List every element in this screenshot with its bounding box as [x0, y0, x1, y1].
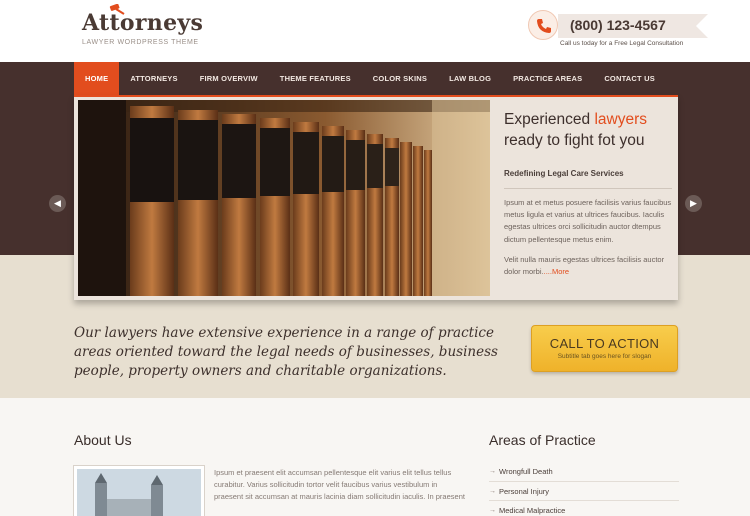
nav-practice-areas[interactable]: PRACTICE AREAS: [502, 62, 593, 95]
slide-caption: Experienced lawyers ready to fight fot yo…: [504, 109, 672, 278]
nav-color-skins[interactable]: COLOR SKINS: [362, 62, 438, 95]
nav-firm-overview[interactable]: FIRM OVERVIW: [189, 62, 269, 95]
nav-theme-features[interactable]: THEME FEATURES: [269, 62, 362, 95]
area-item-personal-injury[interactable]: → Personal Injury: [489, 482, 679, 501]
slide-heading-part1: Experienced: [504, 111, 595, 128]
call-to-action-button[interactable]: CALL TO ACTION Subtitle tab goes here fo…: [531, 325, 678, 372]
area-item-wrongful-death[interactable]: → Wrongfull Death: [489, 462, 679, 482]
area-label: Medical Malpractice: [499, 506, 566, 515]
nav-home[interactable]: HOME: [74, 62, 120, 95]
site-header: Attorneys LAWYER WORDPRESS THEME (800) 1…: [0, 0, 750, 62]
about-heading: About Us: [74, 432, 132, 448]
area-label: Personal Injury: [499, 486, 550, 496]
phone-number[interactable]: (800) 123-4567: [570, 17, 666, 33]
site-logo[interactable]: Attorneys LAWYER WORDPRESS THEME: [82, 4, 204, 46]
slide-heading: Experienced lawyers ready to fight fot yo…: [504, 109, 672, 151]
chevron-left-icon: ◀: [54, 198, 61, 208]
cta-message: Our lawyers have extensive experience in…: [74, 325, 498, 379]
gavel-icon: [109, 4, 125, 15]
main-nav: HOME ATTORNEYS FIRM OVERVIW THEME FEATUR…: [74, 62, 666, 95]
areas-heading: Areas of Practice: [489, 432, 596, 448]
areas-list: → Wrongfull Death → Personal Injury → Medic…: [489, 462, 679, 516]
arrow-right-icon: →: [489, 468, 496, 475]
about-image-buildings: [74, 466, 204, 516]
arrow-right-icon: →: [489, 507, 496, 514]
chevron-right-icon: ▶: [690, 198, 697, 208]
slide-heading-part2: ready to fight fot you: [504, 132, 645, 149]
arrow-right-icon: →: [489, 487, 496, 495]
phone-note: Call us today for a Free Legal Consultat…: [560, 40, 684, 47]
nav-attorneys[interactable]: ATTORNEYS: [119, 62, 188, 95]
slider-prev-button[interactable]: ◀: [49, 195, 66, 212]
slide-more-link[interactable]: ....More: [544, 267, 569, 276]
phone-icon: [537, 19, 551, 33]
cta-button-label: CALL TO ACTION: [549, 336, 660, 351]
slide-subheading: Redefining Legal Care Services: [504, 169, 624, 178]
hero-slider: Experienced lawyers ready to fight fot yo…: [74, 95, 678, 300]
slide-divider: [504, 188, 672, 189]
slide-image-law-books: [78, 100, 490, 296]
logo-subtitle: LAWYER WORDPRESS THEME: [82, 39, 199, 46]
cta-button-subtitle: Subtitle tab goes here for slogan: [557, 353, 652, 360]
area-item-medical-malpractice[interactable]: → Medical Malpractice: [489, 501, 679, 516]
slider-accent-bar: [74, 95, 678, 97]
phone-badge: [528, 10, 558, 40]
slider-next-button[interactable]: ▶: [685, 195, 702, 212]
slide-paragraph-2-text: Velit nulla mauris egestas ultrices faci…: [504, 254, 665, 277]
nav-law-blog[interactable]: LAW BLOG: [438, 62, 502, 95]
slide-heading-accent: lawyers: [594, 111, 648, 128]
area-label: Wrongfull Death: [499, 467, 553, 476]
logo-title: Attorneys: [82, 10, 204, 36]
slide-paragraph-2: Velit nulla mauris egestas ultrices faci…: [504, 254, 672, 278]
phone-contact: (800) 123-4567 Call us today for a Free …: [528, 8, 708, 50]
slide-paragraph-1: Ipsum at et metus posuere facilisis vari…: [504, 198, 672, 244]
about-text: Ipsum et praesent elit accumsan pellente…: [214, 468, 465, 502]
nav-contact-us[interactable]: CONTACT US: [593, 62, 666, 95]
